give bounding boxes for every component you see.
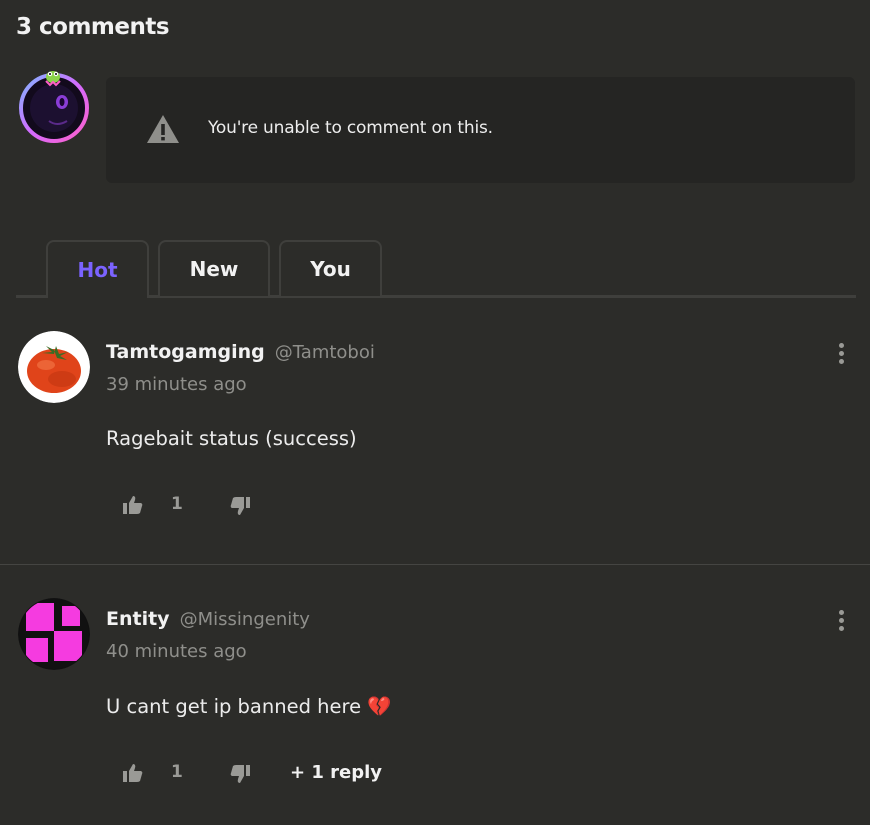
comments-heading: 3 comments <box>16 14 170 40</box>
comment-author: Entity @Missingenity <box>106 608 310 630</box>
view-replies-button[interactable]: + 1 reply <box>290 762 382 783</box>
comment-timestamp: 39 minutes ago <box>106 374 247 395</box>
tab-you[interactable]: You <box>279 240 382 296</box>
comment-author: Tamtogamging @Tamtoboi <box>106 341 375 363</box>
comment-timestamp: 40 minutes ago <box>106 641 247 662</box>
user-avatar[interactable] <box>17 69 91 143</box>
more-options-icon[interactable] <box>834 343 848 367</box>
more-options-icon[interactable] <box>834 610 848 634</box>
thumbs-down-icon[interactable] <box>229 764 251 784</box>
tab-hot[interactable]: Hot <box>46 240 149 298</box>
author-handle[interactable]: @Missingenity <box>180 609 310 630</box>
like-count: 1 <box>171 762 183 782</box>
thumbs-up-icon[interactable] <box>122 763 144 783</box>
warning-triangle-icon <box>147 115 179 143</box>
comment-text: Ragebait status (success) <box>106 427 357 450</box>
thumbs-down-icon[interactable] <box>229 496 251 516</box>
thumbs-up-icon[interactable] <box>122 495 144 515</box>
magenta-checker-avatar[interactable] <box>18 598 90 670</box>
author-name[interactable]: Tamtogamging <box>106 341 265 363</box>
comment-divider <box>0 564 870 565</box>
author-name[interactable]: Entity <box>106 608 170 630</box>
tomato-avatar[interactable] <box>18 331 90 403</box>
comment-disabled-notice: You're unable to comment on this. <box>106 77 855 183</box>
notice-text: You're unable to comment on this. <box>208 118 493 138</box>
like-count: 1 <box>171 494 183 514</box>
comment-text: U cant get ip banned here 💔 <box>106 695 392 718</box>
tab-new[interactable]: New <box>158 240 270 296</box>
author-handle[interactable]: @Tamtoboi <box>275 342 375 363</box>
